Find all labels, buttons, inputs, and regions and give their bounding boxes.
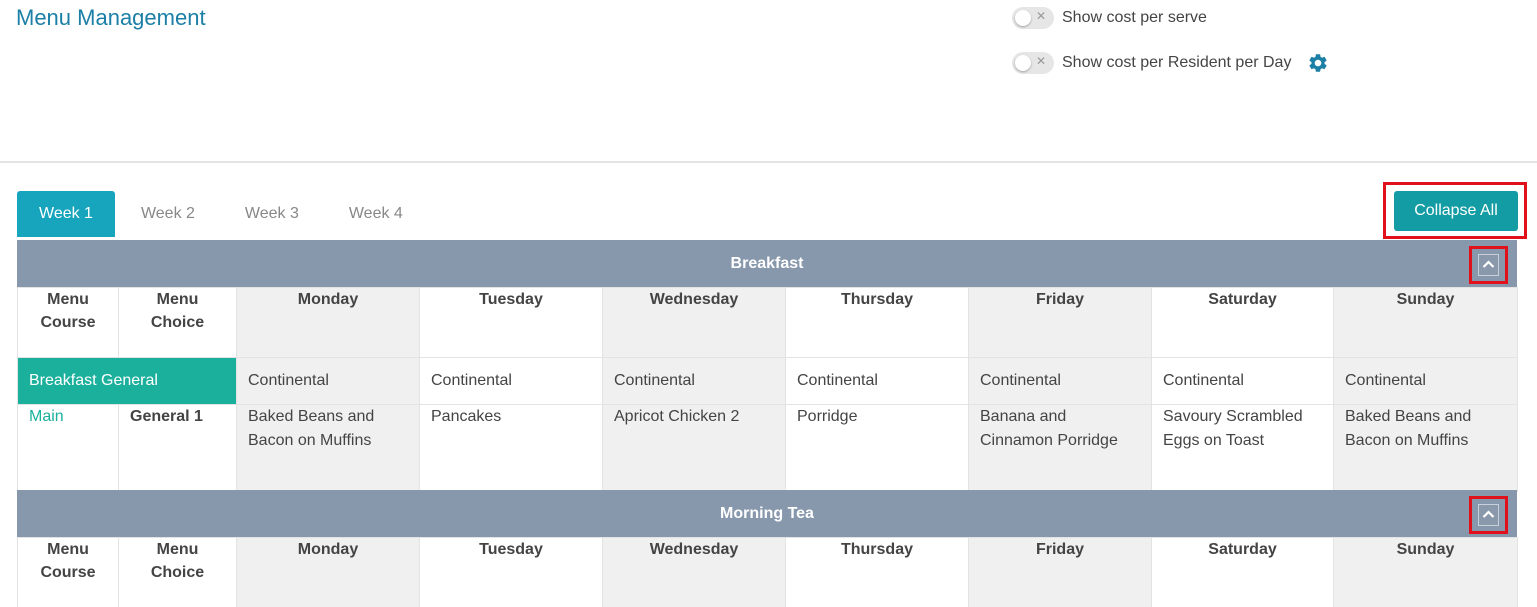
menu-cell[interactable]: Banana and Cinnamon Porridge bbox=[968, 404, 1152, 492]
table-row: Breakfast General Continental Continenta… bbox=[17, 357, 1518, 405]
cost-per-serve-switch[interactable]: ✕ bbox=[1012, 7, 1054, 29]
collapse-toggle-highlight bbox=[1469, 496, 1508, 534]
menu-cell[interactable]: Baked Beans and Bacon on Muffins bbox=[236, 404, 420, 492]
menu-cell[interactable]: Continental bbox=[968, 357, 1152, 405]
col-day: Wednesday bbox=[602, 537, 786, 607]
menu-cell[interactable]: Continental bbox=[1333, 357, 1518, 405]
cost-per-serve-label: Show cost per serve bbox=[1062, 9, 1207, 26]
col-menu-course: Menu Course bbox=[17, 537, 119, 607]
section-title: Breakfast bbox=[730, 255, 804, 272]
col-menu-course: Menu Course bbox=[17, 287, 119, 358]
menu-cell[interactable]: Baked Beans and Bacon on Muffins bbox=[1333, 404, 1518, 492]
menu-cell[interactable]: Continental bbox=[1151, 357, 1334, 405]
collapse-all-button[interactable]: Collapse All bbox=[1394, 191, 1518, 231]
menu-cell[interactable]: Apricot Chicken 2 bbox=[602, 404, 786, 492]
page-title: Menu Management bbox=[16, 5, 206, 30]
section-title: Morning Tea bbox=[720, 505, 814, 522]
col-menu-choice: Menu Choice bbox=[118, 287, 237, 358]
col-menu-choice: Menu Choice bbox=[118, 537, 237, 607]
breakfast-menu-table: Menu Course Menu Choice Monday Tuesday W… bbox=[17, 287, 1518, 492]
header-divider bbox=[0, 161, 1537, 163]
col-day: Friday bbox=[968, 537, 1152, 607]
collapse-all-highlight: Collapse All bbox=[1383, 182, 1527, 239]
col-day: Thursday bbox=[785, 287, 969, 358]
menu-cell[interactable]: Savoury Scrambled Eggs on Toast bbox=[1151, 404, 1334, 492]
switch-knob bbox=[1015, 10, 1031, 26]
menu-cell[interactable]: Continental bbox=[236, 357, 420, 405]
menu-cell[interactable]: Continental bbox=[602, 357, 786, 405]
col-day: Monday bbox=[236, 287, 420, 358]
col-day: Tuesday bbox=[419, 537, 603, 607]
section-header-breakfast[interactable]: Breakfast bbox=[17, 240, 1517, 287]
section-header-morning-tea[interactable]: Morning Tea bbox=[17, 490, 1517, 537]
col-day: Monday bbox=[236, 537, 420, 607]
switch-off-icon: ✕ bbox=[1035, 54, 1046, 68]
cost-per-resident-label: Show cost per Resident per Day bbox=[1062, 54, 1292, 71]
switch-knob bbox=[1015, 55, 1031, 71]
tab-week-1[interactable]: Week 1 bbox=[17, 191, 115, 237]
table-header-row: Menu Course Menu Choice Monday Tuesday W… bbox=[17, 537, 1518, 607]
week-tabs: Week 1 Week 2 Week 3 Week 4 bbox=[17, 191, 427, 237]
cost-per-resident-switch[interactable]: ✕ bbox=[1012, 52, 1054, 74]
tab-week-3[interactable]: Week 3 bbox=[219, 191, 323, 237]
col-day: Sunday bbox=[1333, 537, 1518, 607]
tab-week-4[interactable]: Week 4 bbox=[323, 191, 427, 237]
menu-cell[interactable]: Pancakes bbox=[419, 404, 603, 492]
toggle-cost-per-serve-row: ✕ Show cost per serve bbox=[1012, 7, 1207, 29]
chevron-up-icon bbox=[1482, 260, 1495, 268]
morning-tea-menu-table: Menu Course Menu Choice Monday Tuesday W… bbox=[17, 537, 1518, 607]
col-day: Wednesday bbox=[602, 287, 786, 358]
collapse-section-button[interactable] bbox=[1478, 254, 1499, 276]
chevron-up-icon bbox=[1482, 510, 1495, 518]
gear-icon[interactable] bbox=[1307, 52, 1329, 74]
col-day: Saturday bbox=[1151, 287, 1334, 358]
collapse-section-button[interactable] bbox=[1478, 504, 1499, 526]
col-day: Thursday bbox=[785, 537, 969, 607]
table-header-row: Menu Course Menu Choice Monday Tuesday W… bbox=[17, 287, 1518, 358]
collapse-toggle-highlight bbox=[1469, 246, 1508, 284]
menu-cell[interactable]: Continental bbox=[419, 357, 603, 405]
menu-cell[interactable]: Porridge bbox=[785, 404, 969, 492]
tab-week-2[interactable]: Week 2 bbox=[115, 191, 219, 237]
general-course-label: Breakfast General bbox=[17, 357, 237, 405]
col-day: Sunday bbox=[1333, 287, 1518, 358]
course-cell: Main bbox=[17, 404, 119, 492]
col-day: Friday bbox=[968, 287, 1152, 358]
toggle-cost-per-resident-row: ✕ Show cost per Resident per Day bbox=[1012, 52, 1329, 74]
col-day: Saturday bbox=[1151, 537, 1334, 607]
switch-off-icon: ✕ bbox=[1035, 9, 1046, 23]
table-row: Main General 1 Baked Beans and Bacon on … bbox=[17, 404, 1518, 492]
choice-cell: General 1 bbox=[118, 404, 237, 492]
col-day: Tuesday bbox=[419, 287, 603, 358]
course-link[interactable]: Main bbox=[29, 408, 64, 425]
menu-cell[interactable]: Continental bbox=[785, 357, 969, 405]
